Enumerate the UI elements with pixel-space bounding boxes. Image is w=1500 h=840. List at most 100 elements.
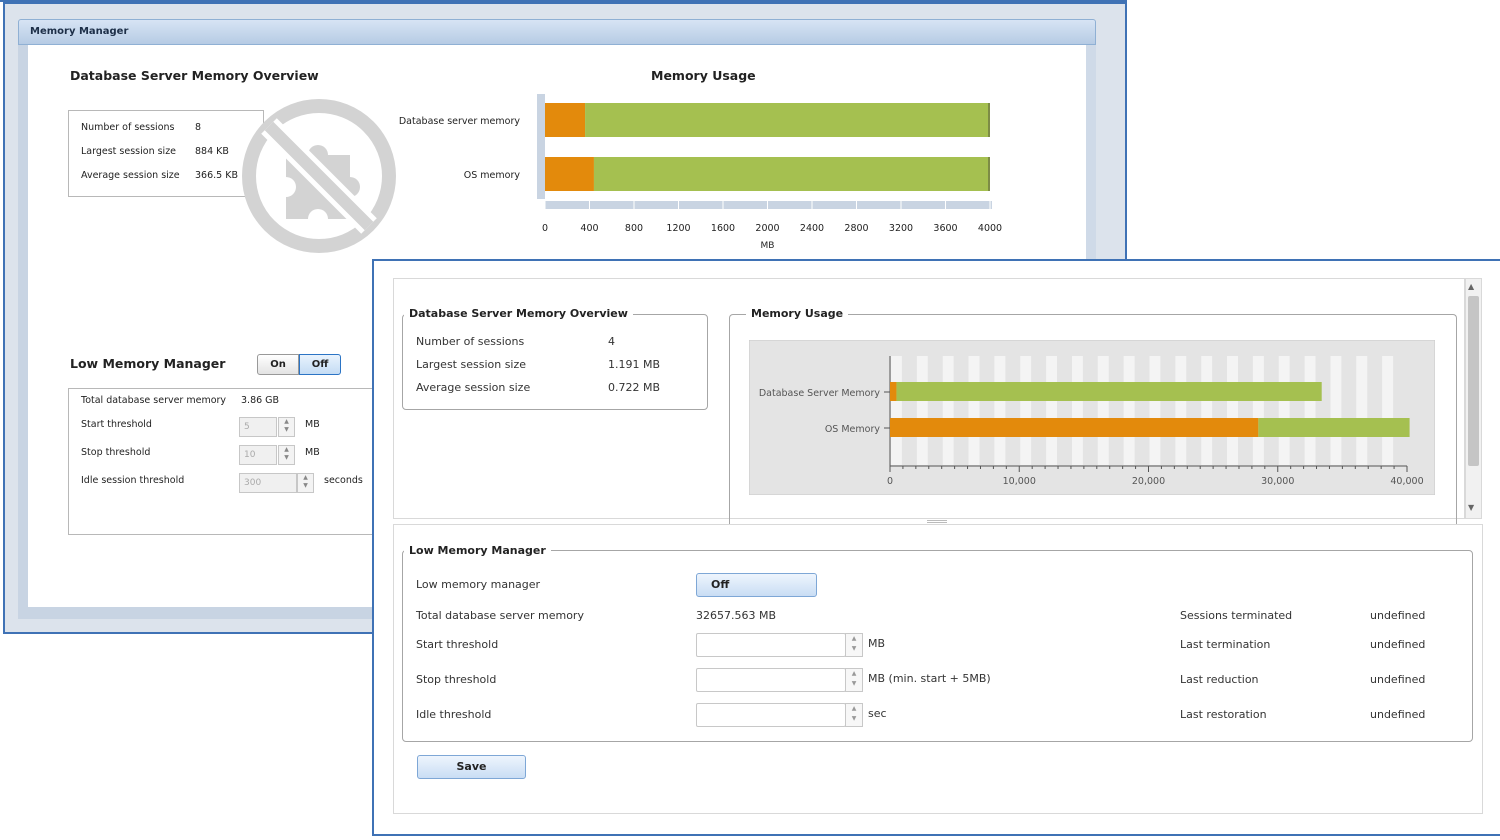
x-tick-label: 3200: [889, 223, 913, 234]
used-memory-bar: [545, 103, 586, 137]
low-memory-toggle-button[interactable]: Off: [696, 573, 817, 597]
grid-stripe: [1046, 356, 1058, 465]
grid-stripe: [1097, 356, 1109, 465]
x-tick-label: 1600: [711, 223, 735, 234]
legacy-idle-label: Idle session threshold: [81, 475, 185, 486]
x-tick-label: 40,000: [1390, 476, 1423, 487]
last-termination-label: Last termination: [1180, 638, 1271, 651]
free-memory-bar: [593, 157, 990, 191]
low-memory-fieldset: [402, 550, 1473, 742]
x-tick-label: 1200: [666, 223, 690, 234]
x-tick-label: 3600: [933, 223, 957, 234]
free-memory-bar: [1258, 418, 1410, 437]
grid-stripe: [891, 356, 902, 465]
legacy-start-unit: MB: [305, 419, 320, 430]
start-threshold-stepper[interactable]: ▲ ▼: [845, 633, 863, 657]
legacy-stop-unit: MB: [305, 447, 320, 458]
legacy-start-input[interactable]: 5: [239, 417, 277, 437]
free-memory-bar: [585, 103, 990, 137]
average-session-label: Average session size: [416, 381, 531, 394]
legacy-stop-stepper[interactable]: ▲ ▼: [278, 445, 295, 465]
overview-legend: Database Server Memory Overview: [404, 307, 633, 320]
free-memory-bar: [896, 382, 1322, 401]
legacy-average-value: 366.5 KB: [195, 170, 238, 181]
grid-stripe: [1020, 356, 1032, 465]
last-reduction-value: undefined: [1370, 673, 1426, 686]
memory-usage-legend: Memory Usage: [746, 307, 849, 320]
average-session-value: 0.722 MB: [608, 381, 661, 394]
grid-stripe: [994, 356, 1006, 465]
idle-threshold-input[interactable]: [696, 703, 846, 727]
stop-threshold-stepper[interactable]: ▲ ▼: [845, 668, 863, 692]
legacy-off-button[interactable]: Off: [299, 354, 341, 375]
x-tick-label: 0: [542, 223, 548, 234]
x-tick-label: 20,000: [1132, 476, 1165, 487]
x-tick-label: 2000: [755, 223, 779, 234]
category-label: Database server memory: [399, 116, 521, 127]
x-tick-label: 2800: [844, 223, 868, 234]
memory-usage-chart: 0 10,000 20,000 30,000 40,000 Database Server…: [749, 340, 1435, 495]
total-memory-label: Total database server memory: [416, 609, 584, 622]
legacy-memory-usage-chart: 0 400 800 1200 1600 2000 2400 2800 3200 3600 4000 M…: [399, 94, 1002, 251]
scroll-down-arrow-icon[interactable]: ▼: [1468, 503, 1474, 512]
category-label: Database Server Memory: [759, 388, 881, 399]
legacy-overview-heading: Database Server Memory Overview: [70, 68, 319, 83]
category-label: OS Memory: [825, 424, 881, 435]
sessions-label: Number of sessions: [416, 335, 525, 348]
grid-stripe: [1149, 356, 1161, 465]
last-termination-value: undefined: [1370, 638, 1426, 651]
legacy-sessions-value: 8: [195, 122, 202, 133]
legacy-total-label: Total database server memory: [81, 395, 227, 406]
grid-stripe: [1382, 356, 1394, 465]
legacy-stop-input[interactable]: 10: [239, 445, 277, 465]
legacy-largest-label: Largest session size: [81, 146, 177, 157]
legacy-total-value: 3.86 GB: [241, 395, 280, 406]
idle-threshold-label: Idle threshold: [416, 708, 492, 721]
start-threshold-input[interactable]: [696, 633, 846, 657]
legacy-start-label: Start threshold: [81, 419, 152, 430]
largest-session-label: Largest session size: [416, 358, 527, 371]
grid-stripe: [1201, 356, 1213, 465]
grid-stripe: [1123, 356, 1135, 465]
x-axis-band: [545, 201, 992, 209]
category-label: OS memory: [464, 170, 521, 181]
legacy-stop-label: Stop threshold: [81, 447, 151, 458]
x-tick-label: 30,000: [1261, 476, 1294, 487]
legacy-largest-value: 884 KB: [195, 146, 229, 157]
idle-threshold-stepper[interactable]: ▲ ▼: [845, 703, 863, 727]
start-threshold-unit: MB: [868, 637, 886, 650]
legacy-chart-title: Memory Usage: [651, 68, 756, 83]
save-button[interactable]: Save: [417, 755, 526, 779]
legacy-idle-stepper[interactable]: ▲ ▼: [297, 473, 314, 493]
last-restoration-label: Last restoration: [1180, 708, 1267, 721]
low-memory-toggle-label: Low memory manager: [416, 578, 541, 591]
bar-end-cap: [988, 157, 990, 191]
sessions-value: 4: [608, 335, 615, 348]
grid-stripe: [942, 356, 954, 465]
scroll-up-arrow-icon[interactable]: ▲: [1468, 282, 1474, 291]
legacy-idle-input[interactable]: 300: [239, 473, 297, 493]
grid-stripe: [1304, 356, 1316, 465]
x-axis-title: MB: [761, 241, 775, 251]
x-tick-label: 0: [887, 476, 893, 487]
largest-session-value: 1.191 MB: [608, 358, 661, 371]
grid-stripe: [916, 356, 928, 465]
start-threshold-label: Start threshold: [416, 638, 499, 651]
stop-threshold-label: Stop threshold: [416, 673, 497, 686]
legacy-on-button[interactable]: On: [257, 354, 299, 375]
grid-stripe: [1071, 356, 1083, 465]
idle-threshold-unit: sec: [868, 707, 887, 720]
x-tick-label: 800: [625, 223, 643, 234]
used-memory-bar: [890, 418, 1259, 437]
grid-stripe: [1356, 356, 1368, 465]
x-tick-label: 10,000: [1003, 476, 1036, 487]
sessions-terminated-value: undefined: [1370, 609, 1426, 622]
legacy-low-memory-heading: Low Memory Manager: [70, 356, 226, 371]
puzzle-blocked-icon: [242, 99, 396, 253]
stop-threshold-input[interactable]: [696, 668, 846, 692]
last-restoration-value: undefined: [1370, 708, 1426, 721]
scrollbar-thumb[interactable]: [1468, 296, 1479, 466]
legacy-start-stepper[interactable]: ▲ ▼: [278, 417, 295, 437]
used-memory-bar: [545, 157, 594, 191]
legacy-average-label: Average session size: [81, 170, 180, 181]
